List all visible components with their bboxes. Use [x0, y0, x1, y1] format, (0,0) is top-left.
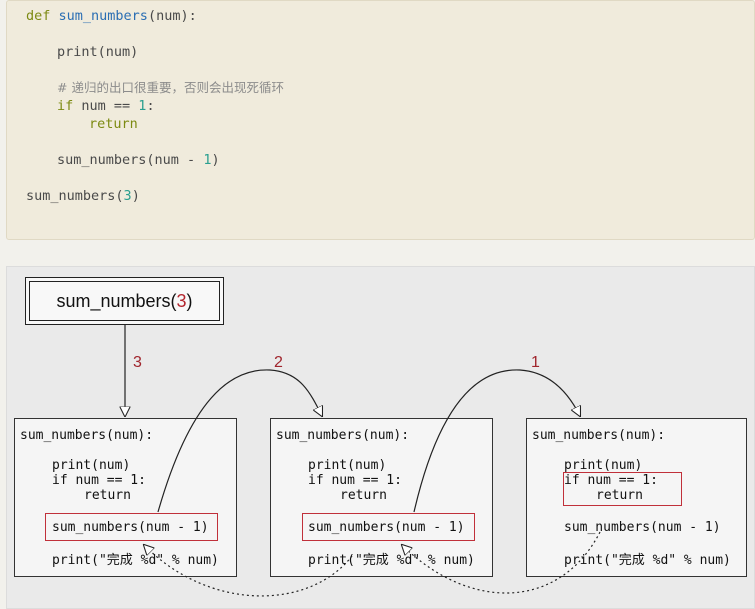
arrow-call-to-frame-2 — [157, 369, 322, 513]
arrows-overlay — [0, 325, 601, 597]
arrow-return-to-frame-2 — [402, 531, 601, 594]
arrow-call-to-frame-3 — [413, 369, 580, 513]
arrow-return-to-frame-1 — [144, 545, 353, 597]
